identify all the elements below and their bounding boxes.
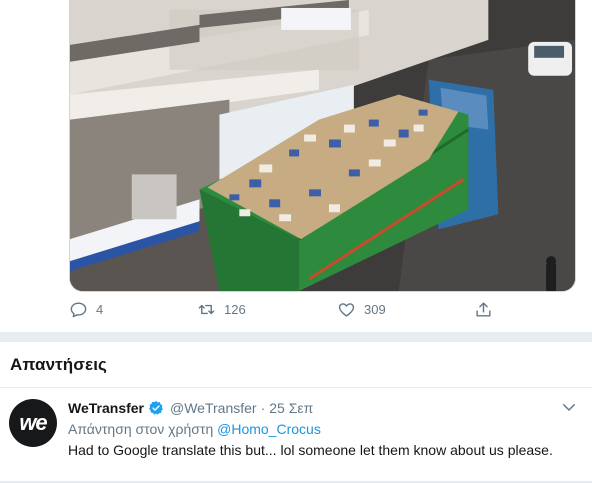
meta-separator: · xyxy=(260,400,266,416)
reply-icon xyxy=(70,302,87,318)
retweet-button[interactable]: 126 xyxy=(197,300,246,319)
truck-of-books-image xyxy=(70,0,575,291)
reply-text: Had to Google translate this but... lol … xyxy=(68,442,553,458)
verified-badge-icon xyxy=(149,401,163,415)
like-button[interactable]: 309 xyxy=(337,300,386,319)
reply-header: WeTransfer @WeTransfer · 25 Σεπ xyxy=(68,400,313,416)
replying-to: Απάντηση στον χρήστη @Homo_Crocus xyxy=(68,421,321,437)
like-count: 309 xyxy=(364,302,386,317)
replying-to-label: Απάντηση στον χρήστη xyxy=(68,421,214,437)
tweet-action-bar: 4 126 309 xyxy=(69,300,509,326)
user-handle[interactable]: @WeTransfer xyxy=(170,400,257,416)
chevron-down-icon[interactable] xyxy=(560,398,578,416)
wetransfer-logo: we xyxy=(19,410,47,435)
retweet-icon xyxy=(198,304,215,315)
share-button[interactable] xyxy=(474,300,493,319)
display-name[interactable]: WeTransfer xyxy=(68,400,144,416)
reply-tweet[interactable]: we WeTransfer @WeTransfer · 25 Σεπ Απάντ… xyxy=(0,388,592,483)
mention-link[interactable]: @Homo_Crocus xyxy=(217,421,321,437)
tweet-photo[interactable] xyxy=(69,0,576,292)
replies-heading: Απαντήσεις xyxy=(10,355,107,374)
share-icon xyxy=(476,302,491,317)
reply-button[interactable]: 4 xyxy=(69,300,103,319)
section-divider xyxy=(0,332,592,342)
avatar[interactable]: we xyxy=(9,399,57,447)
reply-count: 4 xyxy=(96,302,104,317)
retweet-count: 126 xyxy=(224,302,246,317)
tweet-date[interactable]: 25 Σεπ xyxy=(269,400,313,416)
heart-icon xyxy=(338,303,355,317)
